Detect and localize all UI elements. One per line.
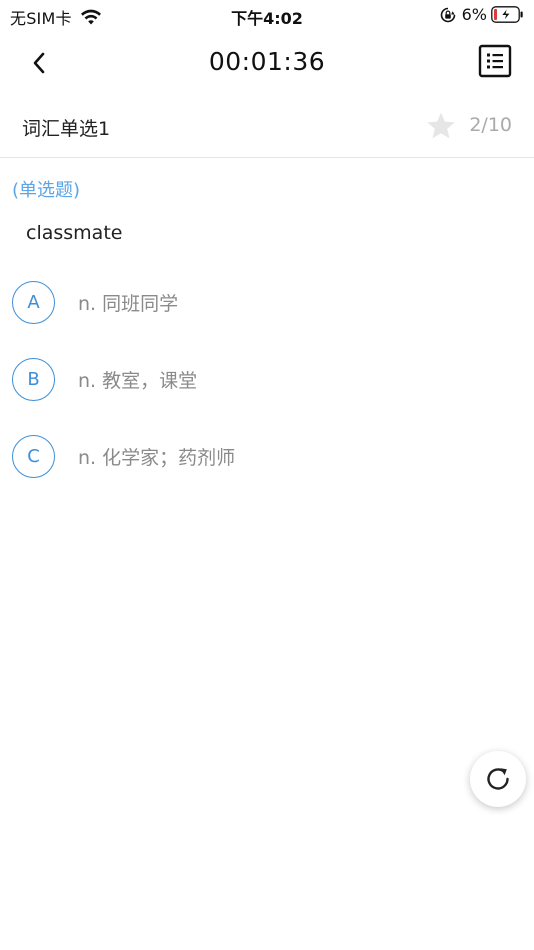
option-a[interactable]: A n. 同班同学 [12,280,512,324]
refresh-button[interactable] [470,751,526,807]
elapsed-timer: 00:01:36 [208,47,326,76]
option-text: n. 同班同学 [78,292,179,315]
battery-charging-icon [491,6,523,23]
battery-percent: 6% [461,5,487,24]
status-right: 6% [440,5,524,24]
question-type-label: (单选题) [12,180,81,201]
nav-bar: 00:01:36 [0,30,534,96]
orientation-lock-icon [440,7,455,22]
star-icon[interactable] [426,111,456,141]
option-b[interactable]: B n. 教室，课堂 [12,357,512,401]
option-c[interactable]: C n. 化学家；药剂师 [12,434,512,478]
option-text: n. 教室，课堂 [78,369,198,392]
quiz-title: 词汇单选1 [22,118,111,140]
question-progress: 2/10 [469,114,512,136]
option-letter-badge: B [12,357,55,401]
quiz-header: 词汇单选1 2/10 [0,100,534,158]
quiz-screen: 无SIM卡 下午4:02 6% 00:01:36 词汇单选1 2/10 (单选题… [0,0,534,950]
refresh-icon [487,768,509,790]
option-text: n. 化学家；药剂师 [78,446,236,469]
option-letter-badge: A [12,280,55,324]
option-letter-badge: C [12,434,55,478]
status-bar: 无SIM卡 下午4:02 6% [0,0,534,30]
question-word: classmate [26,222,123,244]
answer-sheet-list-icon[interactable] [478,44,512,78]
